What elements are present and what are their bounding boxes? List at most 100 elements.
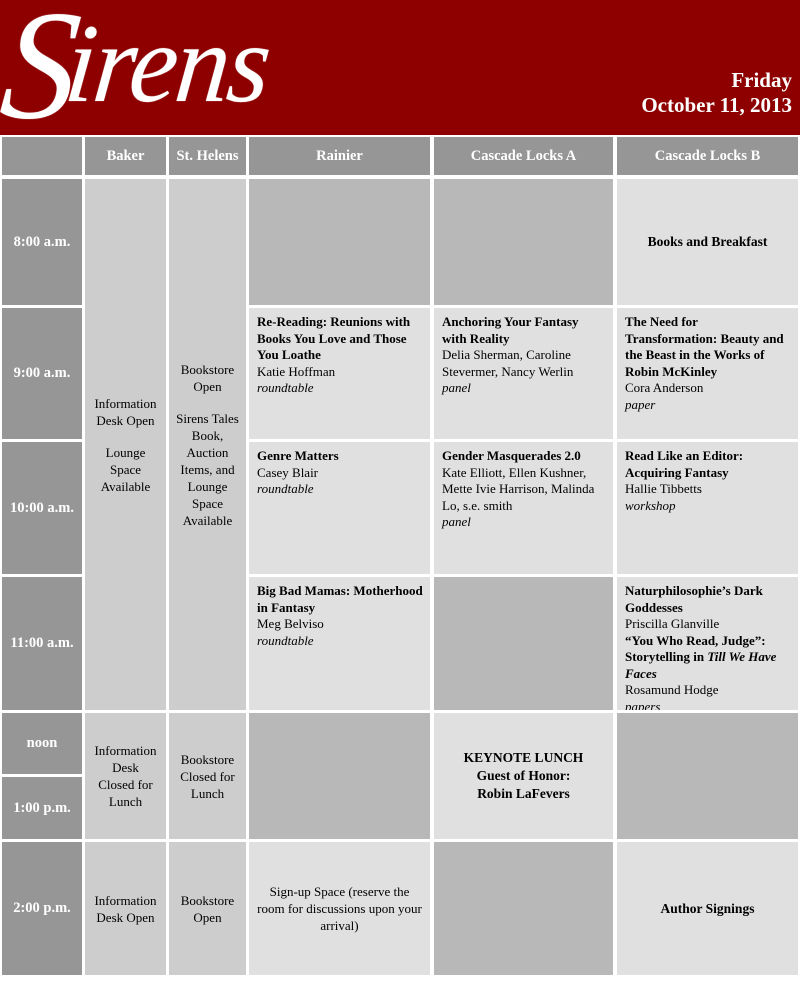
schedule-grid: Baker St. Helens Rainier Cascade Locks A… <box>0 135 800 985</box>
baker-lunch-text: Information Desk Closed for Lunch <box>85 713 166 839</box>
st-helens-lunch-line2: Closed for <box>180 768 235 784</box>
session-author-signings: Author Signings <box>660 900 755 916</box>
banner-date-label: October 11, 2013 <box>641 93 792 117</box>
column-header-cascade-locks-a: Cascade Locks A <box>434 137 613 175</box>
banner-day-label: Friday <box>731 68 792 92</box>
grid-corner-header <box>2 137 82 175</box>
keynote-line2: Guest of Honor: <box>476 768 571 783</box>
session-people: Kate Elliott, Ellen Kushner, Mette Ivie … <box>442 464 595 513</box>
session-title: Big Bad Mamas: Motherhood in Fantasy <box>257 583 423 615</box>
cell-rainier-9am: Re-Reading: Reunions with Books You Love… <box>249 308 430 439</box>
session-people: Cora Anderson <box>625 380 704 395</box>
session-title: Anchoring Your Fantasy with Reality <box>442 314 579 346</box>
cell-cascade-b-8am: Books and Breakfast <box>617 179 798 305</box>
keynote-line3: Robin LaFevers <box>477 786 570 801</box>
session-kind: roundtable <box>257 380 314 395</box>
session-kind: paper <box>625 396 656 412</box>
time-label-10am: 10:00 a.m. <box>2 442 82 574</box>
session-cascade-b-10am: Read Like an Editor: Acquiring Fantasy H… <box>617 442 798 518</box>
cell-cascade-a-9am: Anchoring Your Fantasy with Reality Deli… <box>434 308 613 439</box>
cell-st-helens-morning: Bookstore Open Sirens Tales Book, Auctio… <box>169 179 246 710</box>
session-rainier-10am: Genre Matters Casey Blair roundtable <box>249 442 430 502</box>
time-label-9am: 9:00 a.m. <box>2 308 82 439</box>
baker-morning-text: Information Desk Open Lounge Space Avail… <box>85 179 166 710</box>
baker-lunch-line3: Closed for <box>98 777 153 792</box>
cell-baker-afternoon: Information Desk Open <box>85 842 166 975</box>
baker-morning-line1: Information <box>94 395 157 411</box>
time-label-1pm: 1:00 p.m. <box>2 777 82 839</box>
session-people: Priscilla Glanville <box>625 616 720 631</box>
cell-cascade-a-2pm <box>434 842 613 975</box>
st-helens-afternoon-line2: Open <box>193 909 222 925</box>
time-label-11am: 11:00 a.m. <box>2 577 82 710</box>
baker-morning-line4: Available <box>100 478 151 494</box>
cell-rainier-lunch <box>249 713 430 839</box>
baker-afternoon-line2: Desk Open <box>96 909 155 925</box>
session-cascade-b-11am: Naturphilosophie’s Dark Goddesses Prisci… <box>617 577 798 710</box>
cell-cascade-b-9am: The Need for Transformation: Beauty and … <box>617 308 798 439</box>
baker-lunch-line2: Desk <box>112 760 139 775</box>
session-kind: papers <box>625 698 661 711</box>
sirens-logo-rest: irens <box>59 2 275 126</box>
st-helens-morning-line2: Open <box>193 378 222 394</box>
session-people: Katie Hoffman <box>257 363 336 379</box>
st-helens-afternoon-text: Bookstore Open <box>169 842 246 975</box>
session-people: Delia Sherman, Caroline Stevermer, Nancy… <box>442 347 574 379</box>
session-cascade-a-9am: Anchoring Your Fantasy with Reality Deli… <box>434 308 613 401</box>
time-label-8am: 8:00 a.m. <box>2 179 82 305</box>
column-header-cascade-locks-b: Cascade Locks B <box>617 137 798 175</box>
session-entry-a: Naturphilosophie’s Dark Goddesses Prisci… <box>625 583 791 633</box>
column-header-rainier: Rainier <box>249 137 430 175</box>
session-kind: roundtable <box>257 481 314 496</box>
keynote-line1: KEYNOTE LUNCH <box>463 750 584 765</box>
baker-morning-line2: Desk Open <box>96 412 155 428</box>
session-title: Naturphilosophie’s Dark Goddesses <box>625 583 763 615</box>
cell-baker-morning: Information Desk Open Lounge Space Avail… <box>85 179 166 710</box>
cell-cascade-a-10am: Gender Masquerades 2.0 Kate Elliott, Ell… <box>434 442 613 574</box>
session-title: Genre Matters <box>257 448 339 463</box>
time-label-2pm: 2:00 p.m. <box>2 842 82 975</box>
session-books-and-breakfast: Books and Breakfast <box>647 234 768 249</box>
session-kind: panel <box>442 514 471 529</box>
cell-rainier-11am: Big Bad Mamas: Motherhood in Fantasy Meg… <box>249 577 430 710</box>
column-header-st-helens: St. Helens <box>169 137 246 175</box>
cell-cascade-a-8am <box>434 179 613 305</box>
session-title: Re-Reading: Reunions with Books You Love… <box>257 314 411 362</box>
session-rainier-9am: Re-Reading: Reunions with Books You Love… <box>249 308 430 401</box>
banner-date: Friday October 11, 2013 <box>641 68 792 118</box>
baker-afternoon-text: Information Desk Open <box>85 842 166 975</box>
baker-morning-line3: Lounge Space <box>105 444 146 477</box>
session-people: Casey Blair <box>257 464 319 480</box>
session-title: “You Who Read, Judge”: Storytelling in T… <box>625 633 791 683</box>
time-label-noon: noon <box>2 713 82 774</box>
cell-cascade-b-lunch <box>617 713 798 839</box>
session-cascade-a-10am: Gender Masquerades 2.0 Kate Elliott, Ell… <box>434 442 613 535</box>
st-helens-morning-line4: Book, Auction <box>186 427 229 460</box>
session-keynote-lunch: KEYNOTE LUNCH Guest of Honor: Robin LaFe… <box>434 713 613 839</box>
session-kind: panel <box>442 380 471 395</box>
st-helens-morning-text: Bookstore Open Sirens Tales Book, Auctio… <box>169 179 246 710</box>
session-cascade-b-9am: The Need for Transformation: Beauty and … <box>617 308 798 417</box>
st-helens-morning-line7: Available <box>182 512 233 528</box>
cell-cascade-b-2pm: Author Signings <box>617 842 798 975</box>
session-people: Hallie Tibbetts <box>625 481 702 496</box>
st-helens-morning-line1: Bookstore <box>180 361 235 377</box>
cell-st-helens-afternoon: Bookstore Open <box>169 842 246 975</box>
st-helens-afternoon-line1: Bookstore <box>180 892 235 908</box>
cell-rainier-2pm: Sign-up Space (reserve the room for disc… <box>249 842 430 975</box>
baker-lunch-line1: Information <box>94 743 157 758</box>
cell-st-helens-lunch: Bookstore Closed for Lunch <box>169 713 246 839</box>
cell-baker-lunch: Information Desk Closed for Lunch <box>85 713 166 839</box>
st-helens-lunch-text: Bookstore Closed for Lunch <box>169 713 246 839</box>
session-kind: workshop <box>625 497 676 513</box>
session-rainier-2pm: Sign-up Space (reserve the room for disc… <box>257 884 422 933</box>
session-title: The Need for Transformation: Beauty and … <box>625 314 784 379</box>
session-entry-b: “You Who Read, Judge”: Storytelling in T… <box>625 633 791 699</box>
sirens-logo: Sirens <box>0 0 275 135</box>
cell-cascade-b-11am: Naturphilosophie’s Dark Goddesses Prisci… <box>617 577 798 710</box>
page-banner: Sirens Friday October 11, 2013 <box>0 0 800 135</box>
session-people: Rosamund Hodge <box>625 682 719 697</box>
st-helens-morning-line3: Sirens Tales <box>176 410 239 426</box>
session-title: Gender Masquerades 2.0 <box>442 448 581 463</box>
cell-rainier-10am: Genre Matters Casey Blair roundtable <box>249 442 430 574</box>
